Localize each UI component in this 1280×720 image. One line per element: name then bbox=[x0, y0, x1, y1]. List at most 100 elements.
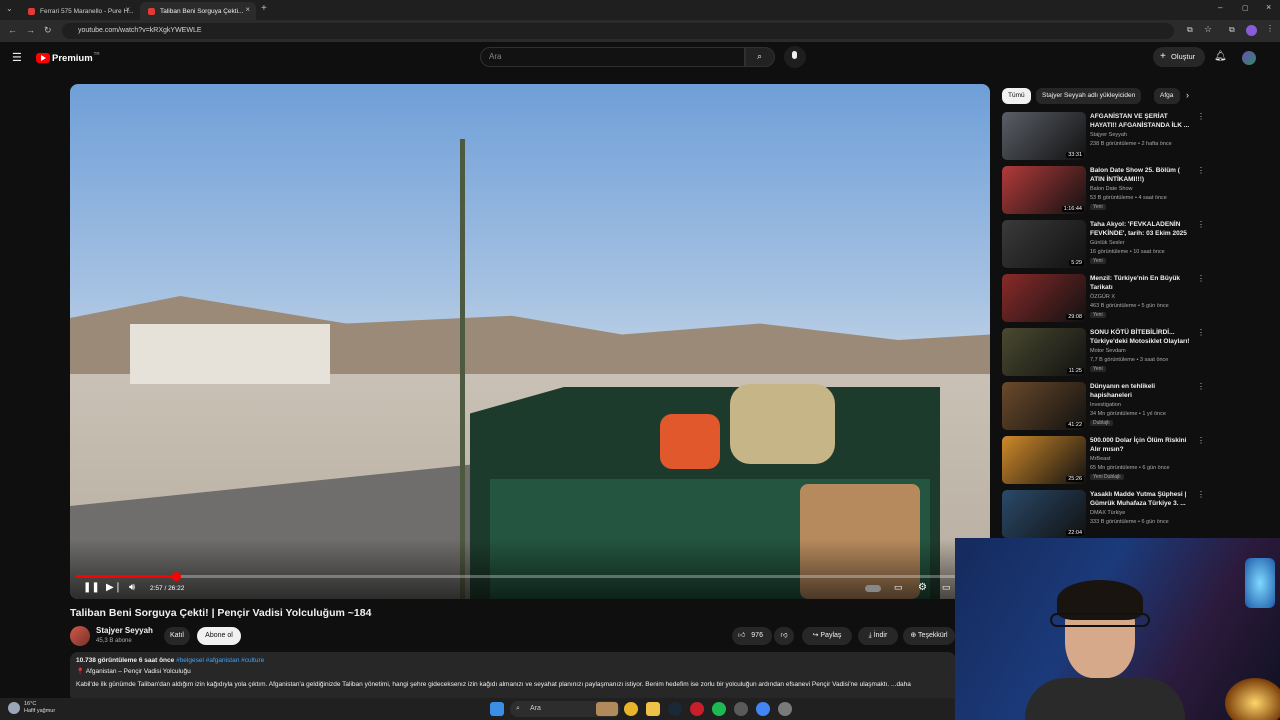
tab-list-chevron-icon[interactable]: ⌄ bbox=[6, 4, 13, 13]
recommendation-title[interactable]: Menzil: Türkiye'nin En Büyük Tarikatı bbox=[1090, 274, 1194, 292]
recommendation-item[interactable]: 11:25 SONU KÖTÜ BİTEBİLİRDİ... Türkiye'de… bbox=[1002, 328, 1205, 378]
chip-afganistan[interactable]: Afga bbox=[1154, 88, 1180, 104]
more-options-icon[interactable]: ⋮ bbox=[1197, 382, 1205, 391]
more-options-icon[interactable]: ⋮ bbox=[1197, 436, 1205, 445]
recommendation-channel[interactable]: Günlük Sesler bbox=[1090, 240, 1125, 246]
settings-gear-icon[interactable]: ⚙ bbox=[918, 582, 927, 593]
taskview-icon[interactable] bbox=[596, 702, 618, 716]
chrome-icon[interactable] bbox=[624, 702, 638, 716]
url-field[interactable]: youtube.com/watch?v=kRXgkYWEWLE bbox=[62, 23, 1174, 39]
subtitles-icon[interactable]: ▭ bbox=[894, 582, 903, 593]
recommendation-channel[interactable]: MrBeast bbox=[1090, 456, 1110, 462]
bookmark-star-icon[interactable]: ☆ bbox=[1204, 24, 1212, 35]
recommendation-title[interactable]: Dünyanın en tehlikeli hapishaneleri bbox=[1090, 382, 1194, 400]
video-player[interactable]: ❚❚ ▶❘ 🔊︎ 2:57 / 26:22 ▭ ⚙ ▭ bbox=[70, 84, 990, 599]
forward-icon[interactable]: → bbox=[26, 25, 35, 35]
more-options-icon[interactable]: ⋮ bbox=[1197, 490, 1205, 499]
recommendation-title[interactable]: Taha Akyol: 'FEVKALADENİN FEVKİNDE', tar… bbox=[1090, 220, 1194, 238]
install-icon[interactable]: ⧉ bbox=[1187, 25, 1193, 35]
voice-search-button[interactable] bbox=[784, 46, 806, 68]
autoplay-toggle[interactable] bbox=[865, 585, 881, 592]
close-window-icon[interactable]: × bbox=[1266, 2, 1271, 12]
recommendation-channel[interactable]: Stajyer Seyyah bbox=[1090, 132, 1127, 138]
hashtags[interactable]: #belgesel #afganistan #culture bbox=[176, 657, 264, 664]
browser-tab-taliban[interactable]: Taliban Beni Sorguya Çekti... × bbox=[140, 2, 256, 20]
more-options-icon[interactable]: ⋮ bbox=[1197, 274, 1205, 283]
xbox-icon[interactable] bbox=[734, 702, 748, 716]
join-button[interactable]: Katıl bbox=[164, 627, 190, 645]
recommendation-item[interactable]: 5:29 Taha Akyol: 'FEVKALADENİN FEVKİNDE',… bbox=[1002, 220, 1205, 270]
opera-icon[interactable] bbox=[690, 702, 704, 716]
recommendation-title[interactable]: SONU KÖTÜ BİTEBİLİRDİ... Türkiye'deki Mo… bbox=[1090, 328, 1194, 347]
recommendation-title[interactable]: Yasaklı Madde Yutma Şüphesi | Gümrük Muh… bbox=[1090, 490, 1194, 508]
more-options-icon[interactable]: ⋮ bbox=[1197, 166, 1205, 175]
recommendation-thumbnail[interactable]: 1:16:44 bbox=[1002, 166, 1086, 214]
recommendation-thumbnail[interactable]: 33:31 bbox=[1002, 112, 1086, 160]
create-button[interactable]: + Oluştur bbox=[1153, 47, 1205, 67]
next-icon[interactable]: ▶❘ bbox=[106, 582, 122, 593]
steam-icon[interactable] bbox=[668, 702, 682, 716]
thanks-button[interactable]: ⊕ Teşekkürl bbox=[903, 627, 955, 645]
recommendation-channel[interactable]: Investigation bbox=[1090, 402, 1121, 408]
recommendation-channel[interactable]: Balon Date Show bbox=[1090, 186, 1133, 192]
share-button[interactable]: ↪ Paylaş bbox=[802, 627, 852, 645]
close-tab-icon[interactable]: × bbox=[125, 5, 130, 14]
chip-uploader[interactable]: Stajyer Seyyah adlı yükleyiciden bbox=[1036, 88, 1142, 104]
recommendation-channel[interactable]: DMAX Türkiye bbox=[1090, 510, 1125, 516]
recommendation-title[interactable]: AFGANİSTAN VE ŞERİAT HAYATI!! AFGANİSTAN… bbox=[1090, 112, 1194, 130]
recommendation-thumbnail[interactable]: 41:22 bbox=[1002, 382, 1086, 430]
recommendation-item[interactable]: 33:31 AFGANİSTAN VE ŞERİAT HAYATI!! AFGAN… bbox=[1002, 112, 1205, 162]
recommendation-channel[interactable]: ÖZGÜR X bbox=[1090, 294, 1115, 300]
channel-avatar[interactable] bbox=[70, 626, 90, 646]
pause-icon[interactable]: ❚❚ bbox=[83, 582, 100, 593]
recommendation-item[interactable]: 41:22 Dünyanın en tehlikeli hapishaneleri… bbox=[1002, 382, 1205, 432]
subscribe-button[interactable]: Abone ol bbox=[197, 627, 241, 645]
youtube-logo[interactable]: Premium TR bbox=[36, 51, 100, 65]
recommendation-title[interactable]: 500.000 Dolar İçin Ölüm Riskini Alır mıs… bbox=[1090, 436, 1194, 454]
maximize-icon[interactable]: ▢ bbox=[1242, 4, 1249, 12]
weather-widget[interactable]: 16°C Hafif yağmur bbox=[24, 701, 55, 715]
recommendation-item[interactable]: 25:26 500.000 Dolar İçin Ölüm Riskini Alı… bbox=[1002, 436, 1205, 486]
recommendation-item[interactable]: 29:08 Menzil: Türkiye'nin En Büyük Tarika… bbox=[1002, 274, 1205, 324]
seek-handle[interactable] bbox=[172, 572, 181, 581]
download-button[interactable]: ⤓ İndir bbox=[858, 627, 898, 645]
notifications-bell-icon[interactable]: 🔔︎ bbox=[1214, 51, 1227, 62]
more-options-icon[interactable]: ⋮ bbox=[1197, 220, 1205, 229]
recommendation-item[interactable]: 22:04 Yasaklı Madde Yutma Şüphesi | Gümrü… bbox=[1002, 490, 1205, 540]
search-button[interactable]: ⌕ bbox=[745, 47, 775, 67]
back-icon[interactable]: ← bbox=[8, 25, 17, 35]
browser-menu-icon[interactable]: ⋮ bbox=[1266, 24, 1274, 33]
extensions-icon[interactable]: ⧉ bbox=[1229, 25, 1235, 35]
close-tab-icon[interactable]: × bbox=[245, 5, 250, 14]
channel-name[interactable]: Stajyer Seyyah bbox=[96, 626, 153, 635]
account-avatar[interactable] bbox=[1242, 51, 1256, 65]
recommendation-item[interactable]: 1:16:44 Balon Date Show 25. Bölüm ( ATIN … bbox=[1002, 166, 1205, 216]
seek-bar[interactable] bbox=[76, 572, 956, 581]
profile-avatar[interactable] bbox=[1246, 25, 1257, 36]
browser-tab-ferrari[interactable]: Ferrari 575 Maranello - Pure H... × bbox=[20, 2, 136, 20]
recommendation-thumbnail[interactable]: 11:25 bbox=[1002, 328, 1086, 376]
dislike-button[interactable]: 👎︎ bbox=[774, 627, 794, 645]
recommendation-thumbnail[interactable]: 22:04 bbox=[1002, 490, 1086, 538]
spotify-icon[interactable] bbox=[712, 702, 726, 716]
recommendation-thumbnail[interactable]: 5:29 bbox=[1002, 220, 1086, 268]
file-explorer-icon[interactable] bbox=[646, 702, 660, 716]
volume-icon[interactable]: 🔊︎ bbox=[129, 582, 135, 593]
chip-all[interactable]: Tümü bbox=[1002, 88, 1031, 104]
windows-start-icon[interactable] bbox=[490, 702, 504, 716]
recommendation-thumbnail[interactable]: 29:08 bbox=[1002, 274, 1086, 322]
chrome-active-icon[interactable] bbox=[756, 702, 770, 716]
search-input[interactable]: Ara bbox=[480, 47, 745, 67]
minimize-icon[interactable]: – bbox=[1218, 3, 1222, 12]
hamburger-menu-icon[interactable]: ☰ bbox=[12, 51, 22, 64]
like-button[interactable]: 👍︎ 976 bbox=[732, 627, 772, 645]
chips-next-chevron-icon[interactable]: › bbox=[1186, 90, 1189, 100]
new-tab-icon[interactable]: + bbox=[261, 3, 267, 14]
theater-mode-icon[interactable]: ▭ bbox=[942, 582, 951, 593]
reload-icon[interactable]: ↻ bbox=[44, 25, 52, 36]
recommendation-thumbnail[interactable]: 25:26 bbox=[1002, 436, 1086, 484]
recommendation-channel[interactable]: Motor Sevdam bbox=[1090, 348, 1126, 354]
recommendation-title[interactable]: Balon Date Show 25. Bölüm ( ATIN İNTİKAM… bbox=[1090, 166, 1194, 184]
more-options-icon[interactable]: ⋮ bbox=[1197, 328, 1205, 337]
settings-app-icon[interactable] bbox=[778, 702, 792, 716]
